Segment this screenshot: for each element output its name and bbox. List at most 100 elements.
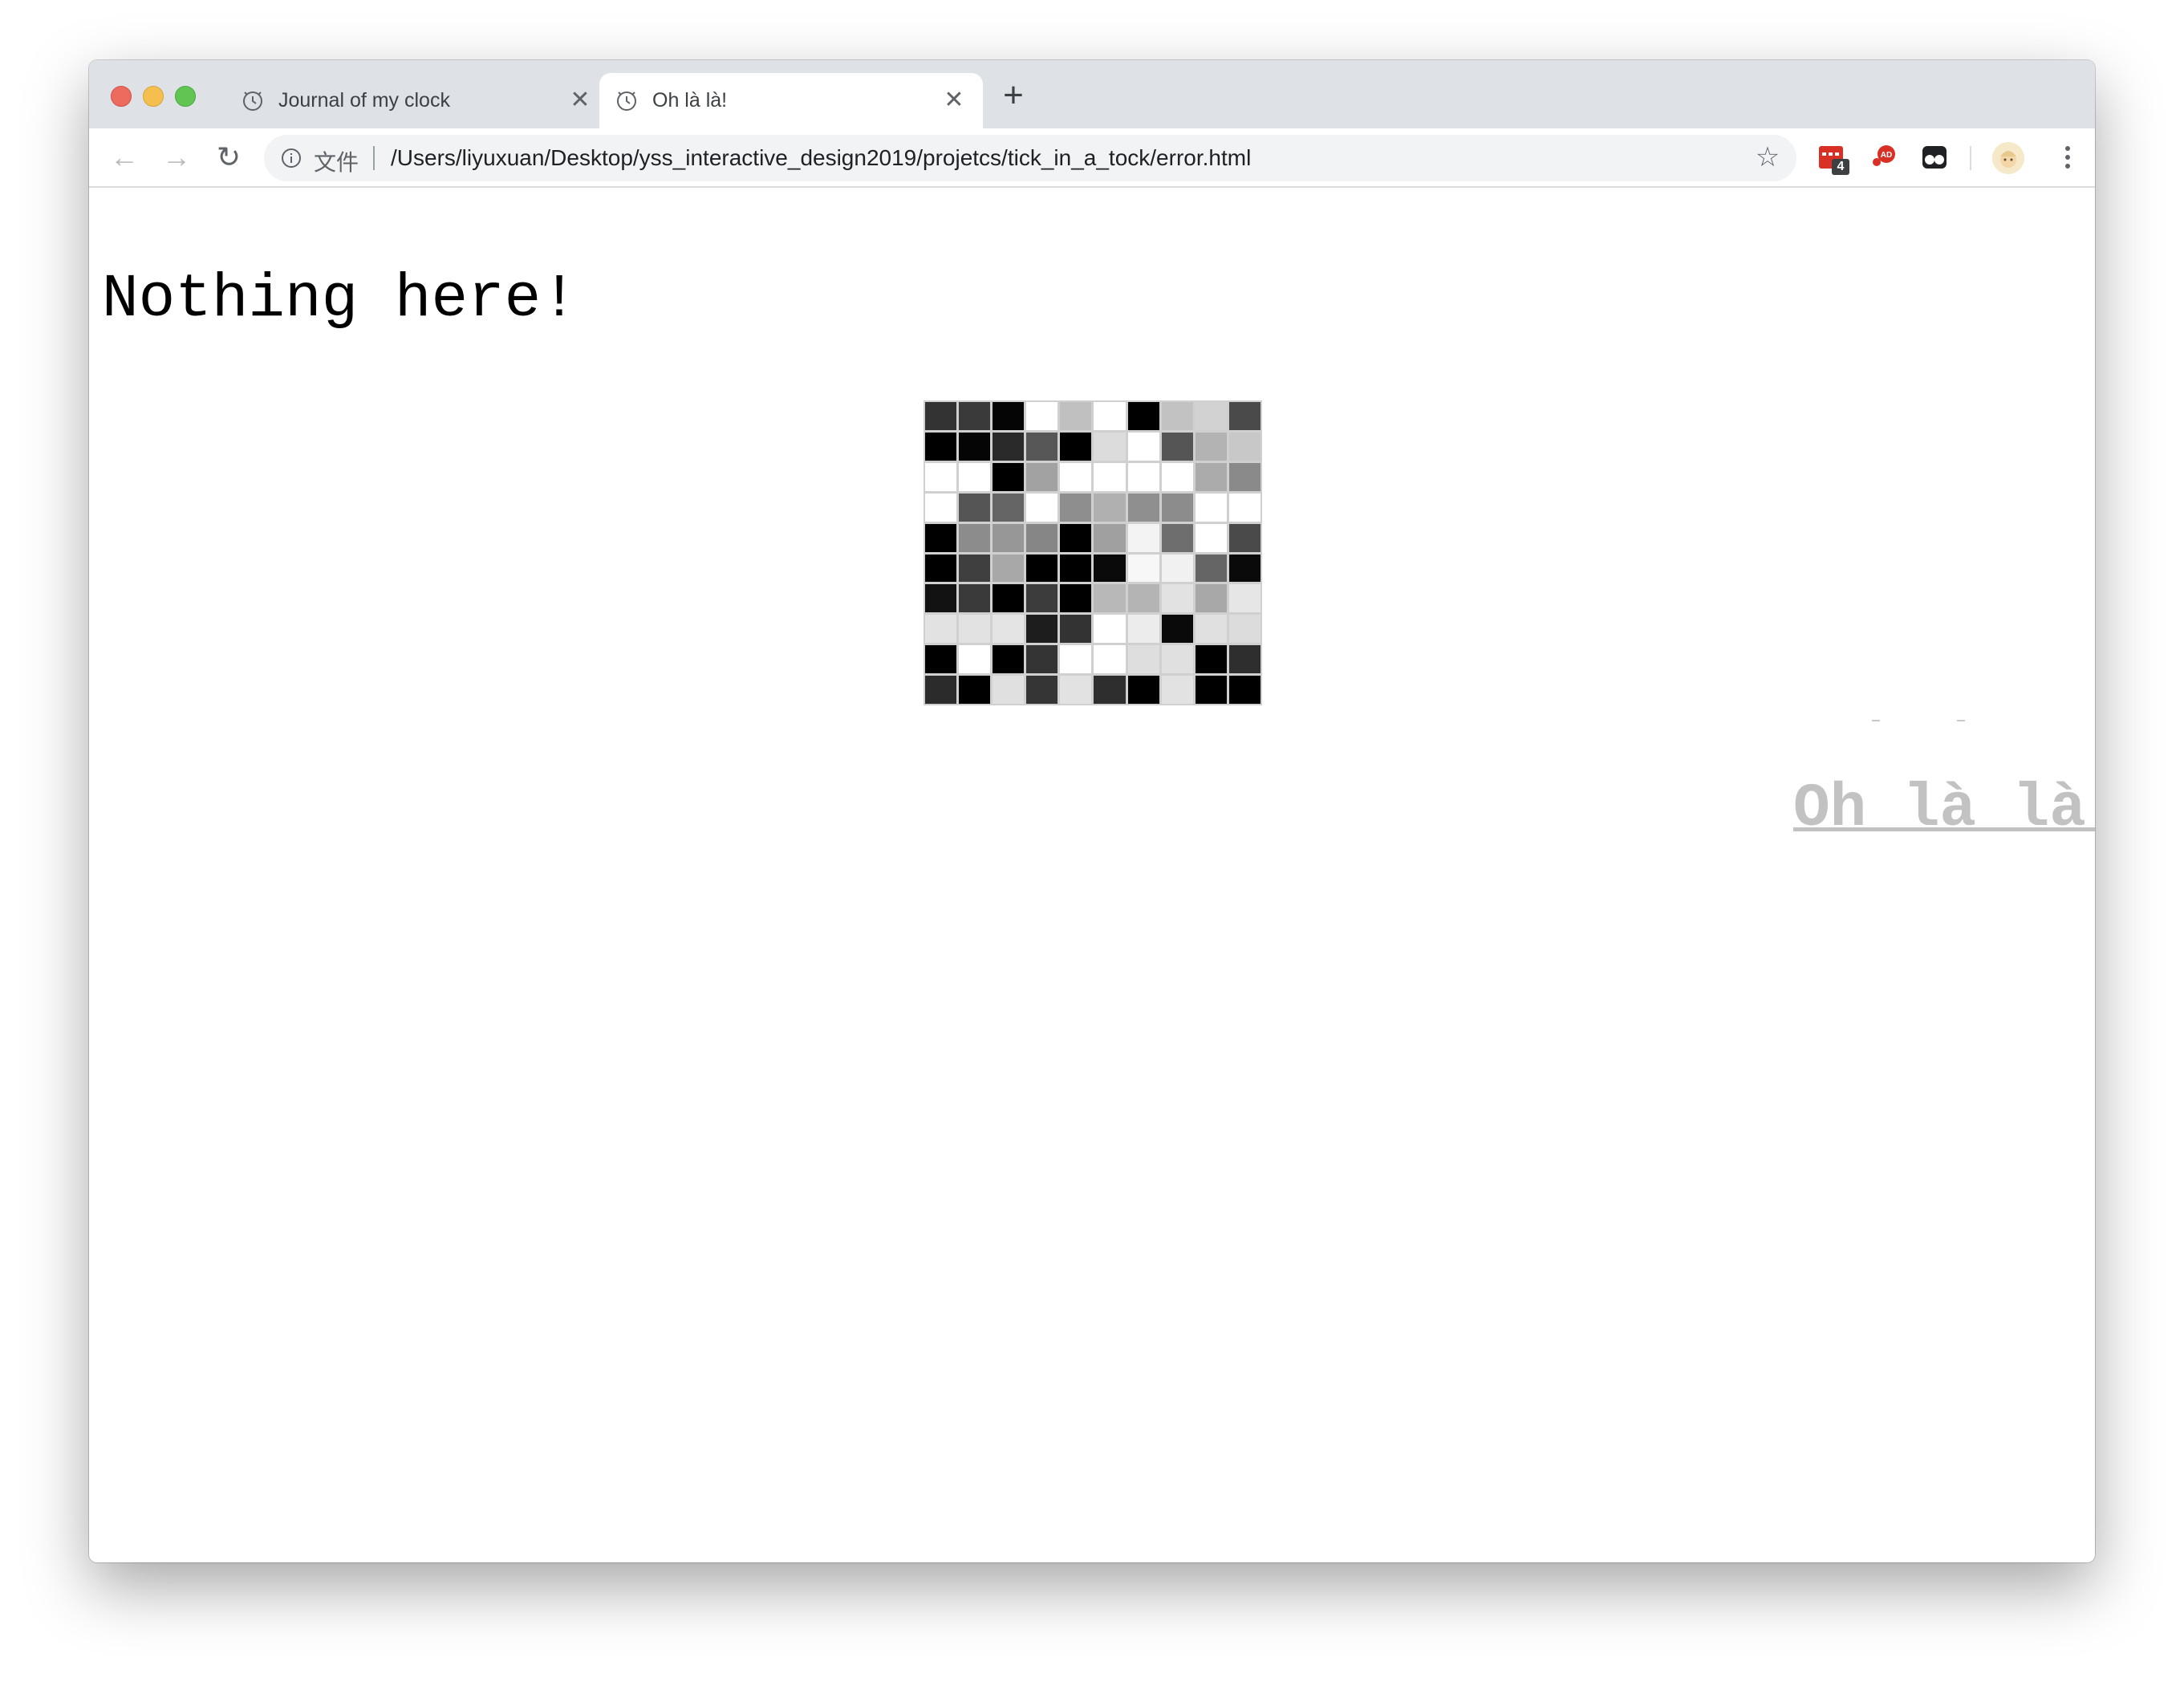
grid-cell — [1228, 584, 1260, 613]
grid-cell — [1127, 615, 1159, 644]
grid-cell — [1094, 402, 1126, 430]
grid-cell — [1094, 554, 1126, 583]
grid-cell — [1161, 462, 1193, 491]
grid-cell — [993, 584, 1025, 613]
grid-cell — [993, 523, 1025, 552]
extension-badge: 4 — [1832, 159, 1849, 175]
close-tab-icon[interactable]: ✕ — [567, 87, 593, 113]
url-text[interactable]: /Users/liyuxuan/Desktop/yss_interactive_… — [391, 145, 1251, 171]
decorative-dashes — [1872, 720, 1968, 723]
info-icon[interactable] — [280, 147, 302, 169]
page-content: Nothing here! Oh là là! — [89, 188, 2095, 1562]
grid-cell — [1094, 523, 1126, 552]
grid-cell — [959, 676, 991, 704]
grid-cell — [1094, 676, 1126, 704]
grid-cell — [1161, 432, 1193, 461]
grid-cell — [1161, 554, 1193, 583]
profile-avatar[interactable] — [1992, 142, 2024, 174]
grid-cell — [959, 402, 991, 430]
address-bar[interactable]: 文件 /Users/liyuxuan/Desktop/yss_interacti… — [264, 135, 1796, 181]
grid-cell — [1195, 523, 1227, 552]
grid-cell — [925, 645, 957, 674]
grid-cell — [1195, 584, 1227, 613]
grid-cell — [1026, 402, 1058, 430]
grid-cell — [993, 615, 1025, 644]
grid-cell — [1195, 554, 1227, 583]
grid-cell — [1060, 432, 1092, 461]
grid-cell — [993, 402, 1025, 430]
grid-cell — [959, 493, 991, 522]
grid-cell — [959, 462, 991, 491]
adblock-icon: AD — [1873, 145, 1895, 166]
grid-cell — [1195, 615, 1227, 644]
grid-cell — [1026, 676, 1058, 704]
more-menu-icon[interactable] — [2053, 143, 2082, 172]
grid-cell — [1228, 432, 1260, 461]
grid-cell — [1060, 645, 1092, 674]
grid-cell — [1127, 432, 1159, 461]
grid-cell — [1161, 493, 1193, 522]
tampermonkey-icon — [1922, 146, 1947, 169]
grid-cell — [959, 523, 991, 552]
grid-cell — [993, 462, 1025, 491]
grid-cell — [1026, 584, 1058, 613]
scheme-label: 文件 — [314, 150, 359, 175]
grid-cell — [1228, 402, 1260, 430]
grid-cell — [1228, 493, 1260, 522]
clock-icon — [243, 91, 262, 111]
grid-cell — [1060, 676, 1092, 704]
forward-button[interactable]: → — [160, 140, 193, 174]
tab-oh-la-la[interactable]: Oh là là! ✕ — [599, 73, 983, 128]
grid-cell — [1127, 493, 1159, 522]
grid-cell — [1195, 645, 1227, 674]
clock-icon — [617, 91, 636, 111]
address-separator — [373, 146, 375, 170]
grid-cell — [1094, 645, 1126, 674]
svg-text:AD: AD — [1881, 151, 1892, 160]
oh-la-la-link[interactable]: Oh là là! — [1793, 774, 2095, 843]
grid-cell — [1127, 676, 1159, 704]
grid-cell — [1060, 615, 1092, 644]
grid-cell — [1060, 493, 1092, 522]
reload-button[interactable]: ↻ — [212, 140, 246, 174]
grid-cell — [1195, 462, 1227, 491]
grid-cell — [925, 554, 957, 583]
grid-cell — [1026, 615, 1058, 644]
grid-cell — [1026, 554, 1058, 583]
grid-cell — [993, 554, 1025, 583]
grid-cell — [1161, 584, 1193, 613]
grid-cell — [1195, 493, 1227, 522]
grid-cell — [925, 523, 957, 552]
tab-journal-of-my-clock[interactable]: Journal of my clock ✕ — [225, 73, 609, 128]
adblock-extension-icon[interactable]: AD — [1869, 143, 1898, 172]
grid-cell — [1195, 676, 1227, 704]
grid-cell — [1127, 402, 1159, 430]
bookmark-star-icon[interactable]: ☆ — [1753, 143, 1782, 172]
grid-cell — [1161, 645, 1193, 674]
close-window-button[interactable] — [111, 86, 132, 107]
zoom-window-button[interactable] — [175, 86, 196, 107]
pixel-grid — [924, 400, 1262, 705]
close-tab-icon[interactable]: ✕ — [941, 87, 967, 113]
grid-cell — [925, 432, 957, 461]
grid-cell — [1228, 615, 1260, 644]
grid-cell — [1127, 523, 1159, 552]
grid-cell — [925, 402, 957, 430]
grid-cell — [1060, 554, 1092, 583]
tab-strip: Journal of my clock ✕ Oh là là! ✕ + — [89, 60, 2095, 128]
grid-cell — [1060, 402, 1092, 430]
grid-cell — [1228, 676, 1260, 704]
tampermonkey-extension-icon[interactable] — [1920, 143, 1949, 172]
calendar-extension-icon[interactable]: 4 — [1817, 143, 1849, 175]
grid-cell — [925, 462, 957, 491]
grid-cell — [1161, 615, 1193, 644]
new-tab-button[interactable]: + — [997, 78, 1029, 113]
back-button[interactable]: ← — [108, 140, 141, 174]
grid-cell — [1060, 462, 1092, 491]
grid-cell — [1026, 523, 1058, 552]
grid-cell — [1026, 645, 1058, 674]
grid-cell — [959, 554, 991, 583]
grid-cell — [993, 493, 1025, 522]
minimize-window-button[interactable] — [143, 86, 164, 107]
grid-cell — [1094, 493, 1126, 522]
